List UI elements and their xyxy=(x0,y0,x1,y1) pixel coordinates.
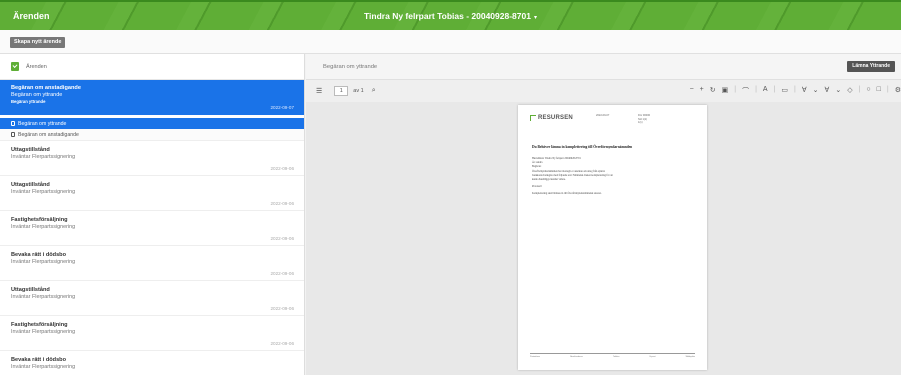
case-item[interactable]: Fastighetsförsäljning Inväntar Flerparts… xyxy=(0,211,304,246)
document-body: Huvudman: Tindra Ny felrpart 20040928-87… xyxy=(532,157,682,197)
highlight-icon[interactable]: ∀ xyxy=(802,86,807,96)
meta-line: 1(1) xyxy=(638,121,643,125)
case-subtitle: Inväntar Flerpartssignering xyxy=(11,364,76,370)
case-item[interactable]: Uttagstillstånd Inväntar Flerpartssigner… xyxy=(0,281,304,316)
submit-statement-button[interactable]: Lämna Yttrande xyxy=(847,61,895,72)
case-item[interactable]: Uttagstillstånd Inväntar Flerpartssigner… xyxy=(0,176,304,211)
case-title: Begäran om anstadigande xyxy=(11,85,81,91)
case-list-panel: Ärenden Begäran om anstadigande Begäran … xyxy=(0,54,305,375)
top-toolbar: Skapa nytt ärende xyxy=(0,30,901,54)
pdf-toolbar: ☰ 1 av 1 ⌕ − + ↻ ▣ | ⌒ | A | ▭ | ∀ ⌄ ∀ ⌄… xyxy=(306,80,901,102)
viewer-header: Begäran om yttrande Lämna Yttrande xyxy=(306,54,901,80)
case-date: 2022-09-06 xyxy=(270,271,295,276)
document-icon xyxy=(11,121,15,126)
case-title: Uttagstillstånd xyxy=(11,147,50,153)
person-name[interactable]: Tindra Ny felrpart Tobias - 20040928-870… xyxy=(364,11,531,21)
sub-item-begaran-yttrande[interactable]: Begäran om yttrande xyxy=(0,118,304,129)
new-case-button[interactable]: Skapa nytt ärende xyxy=(10,37,66,48)
person-selector[interactable]: Tindra Ny felrpart Tobias - 20040928-870… xyxy=(0,11,901,21)
separator: | xyxy=(755,86,757,93)
case-title: Bevaka rätt i dödsbo xyxy=(11,357,67,363)
separator: | xyxy=(886,86,889,93)
case-list-header: Ärenden xyxy=(0,54,304,80)
case-item[interactable]: Bevaka rätt i dödsbo Inväntar Flerpartss… xyxy=(0,351,304,375)
case-title: Uttagstillstånd xyxy=(11,287,50,293)
case-item[interactable]: Uttagstillstånd Inväntar Flerpartssigner… xyxy=(0,141,304,176)
pan-icon[interactable]: ⌒ xyxy=(742,86,749,96)
search-icon[interactable]: ⌕ xyxy=(372,87,376,95)
document-meta-left: 2022-09-07 xyxy=(596,114,609,118)
pdf-tool-group: − + ↻ ▣ | ⌒ | A | ▭ | ∀ ⌄ ∀ ⌄ ◇ | ○ □ | … xyxy=(690,86,901,96)
body-line: Komplettering skall lämnas in till Överf… xyxy=(532,192,602,196)
chevron-down-icon[interactable]: ⌄ xyxy=(813,86,819,96)
case-item-selected[interactable]: Begäran om anstadigande Begäran om yttra… xyxy=(0,80,304,115)
case-subtitle: Begäran om yttrande xyxy=(11,92,63,98)
separator: | xyxy=(773,86,776,93)
chevron-down-icon[interactable]: ⌄ xyxy=(835,86,841,96)
case-subtitle: Inväntar Flerpartssignering xyxy=(11,189,76,195)
separator: | xyxy=(858,86,861,93)
case-title: Fastighetsförsäljning xyxy=(11,217,68,223)
logo-mark-icon xyxy=(530,115,536,121)
chevron-down-icon[interactable]: ▾ xyxy=(534,15,537,21)
page-number-input[interactable]: 1 xyxy=(334,86,349,96)
case-date: 2022-09-06 xyxy=(270,341,295,346)
case-subtitle: Inväntar Flerpartssignering xyxy=(11,224,76,230)
annotation-icon[interactable]: ○ xyxy=(866,86,870,96)
app-header: Ärenden Tindra Ny felrpart Tobias - 2004… xyxy=(0,0,901,30)
logo-text: RESURSEN xyxy=(538,115,573,121)
case-title: Fastighetsförsäljning xyxy=(11,322,68,328)
case-list-title: Ärenden xyxy=(26,63,47,70)
zoom-in-icon[interactable]: + xyxy=(700,86,704,96)
text-icon[interactable]: A xyxy=(763,86,768,96)
case-subtitle: Inväntar Flerpartssignering xyxy=(11,154,76,160)
sub-item-label: Begäran om yttrande xyxy=(18,120,67,127)
case-status: Begäran yttrande xyxy=(11,99,46,104)
meta-date: 2022-09-07 xyxy=(596,114,610,117)
document-heading: Du Behöver lämna in komplettering till Ö… xyxy=(532,145,633,149)
case-subtitle: Inväntar Flerpartssignering xyxy=(11,294,76,300)
case-title: Uttagstillstånd xyxy=(11,182,50,188)
case-date: 2022-09-06 xyxy=(270,166,295,171)
case-date: 2022-09-06 xyxy=(270,306,295,311)
case-item[interactable]: Bevaka rätt i dödsbo Inväntar Flerpartss… xyxy=(0,246,304,281)
case-date: 2022-09-06 xyxy=(270,201,295,206)
body-line: kunna handlägga ärendet vidare. xyxy=(532,178,566,182)
pdf-page: RESURSEN 2022-09-07 Dnr 00000 Sid 1(1) 1… xyxy=(518,105,707,370)
page-count: av 1 xyxy=(353,88,364,94)
case-item[interactable]: Fastighetsförsäljning Inväntar Flerparts… xyxy=(0,316,304,351)
case-subtitle: Inväntar Flerpartssignering xyxy=(11,259,76,265)
eraser-icon[interactable]: ◇ xyxy=(847,86,852,96)
footer-column: Telefon xyxy=(612,356,620,358)
sub-item-begaran-anstand[interactable]: Begäran om anstadigande xyxy=(0,129,304,141)
comment-icon[interactable]: ▭ xyxy=(781,86,788,96)
case-title: Bevaka rätt i dödsbo xyxy=(11,252,67,258)
viewer-title: Begäran om yttrande xyxy=(323,63,378,70)
save-icon[interactable]: □ xyxy=(877,86,881,96)
document-icon xyxy=(11,132,15,137)
zoom-out-icon[interactable]: − xyxy=(690,86,694,96)
case-subtitle: Inväntar Flerpartssignering xyxy=(11,329,76,335)
sidebar-toggle-icon[interactable]: ☰ xyxy=(316,87,322,95)
footer-column: Besöksadress xyxy=(570,356,583,358)
rotate-icon[interactable]: ↻ xyxy=(710,86,716,96)
checklist-icon xyxy=(11,62,19,71)
body-line: Protokoll xyxy=(532,185,542,189)
sub-item-label: Begäran om anstadigande xyxy=(18,131,79,138)
case-date: 2022-09-06 xyxy=(270,236,295,241)
footer-column: E-post xyxy=(649,356,656,358)
separator: | xyxy=(734,86,737,93)
case-date: 2022-09-07 xyxy=(270,105,295,110)
document-viewer-panel: Begäran om yttrande Lämna Yttrande ☰ 1 a… xyxy=(306,54,901,375)
settings-icon[interactable]: ⚙ xyxy=(895,86,901,96)
footer-column: Webbplats xyxy=(685,356,695,358)
document-meta-right: Dnr 00000 Sid 1(1) 1(1) xyxy=(638,114,650,125)
fit-page-icon[interactable]: ▣ xyxy=(722,86,729,96)
footer-column: Postadress xyxy=(530,356,541,358)
document-footer: Postadress Besöksadress Telefon E-post W… xyxy=(530,353,695,358)
separator: | xyxy=(794,86,796,93)
draw-icon[interactable]: ∀ xyxy=(825,86,830,96)
document-logo: RESURSEN xyxy=(530,115,573,121)
